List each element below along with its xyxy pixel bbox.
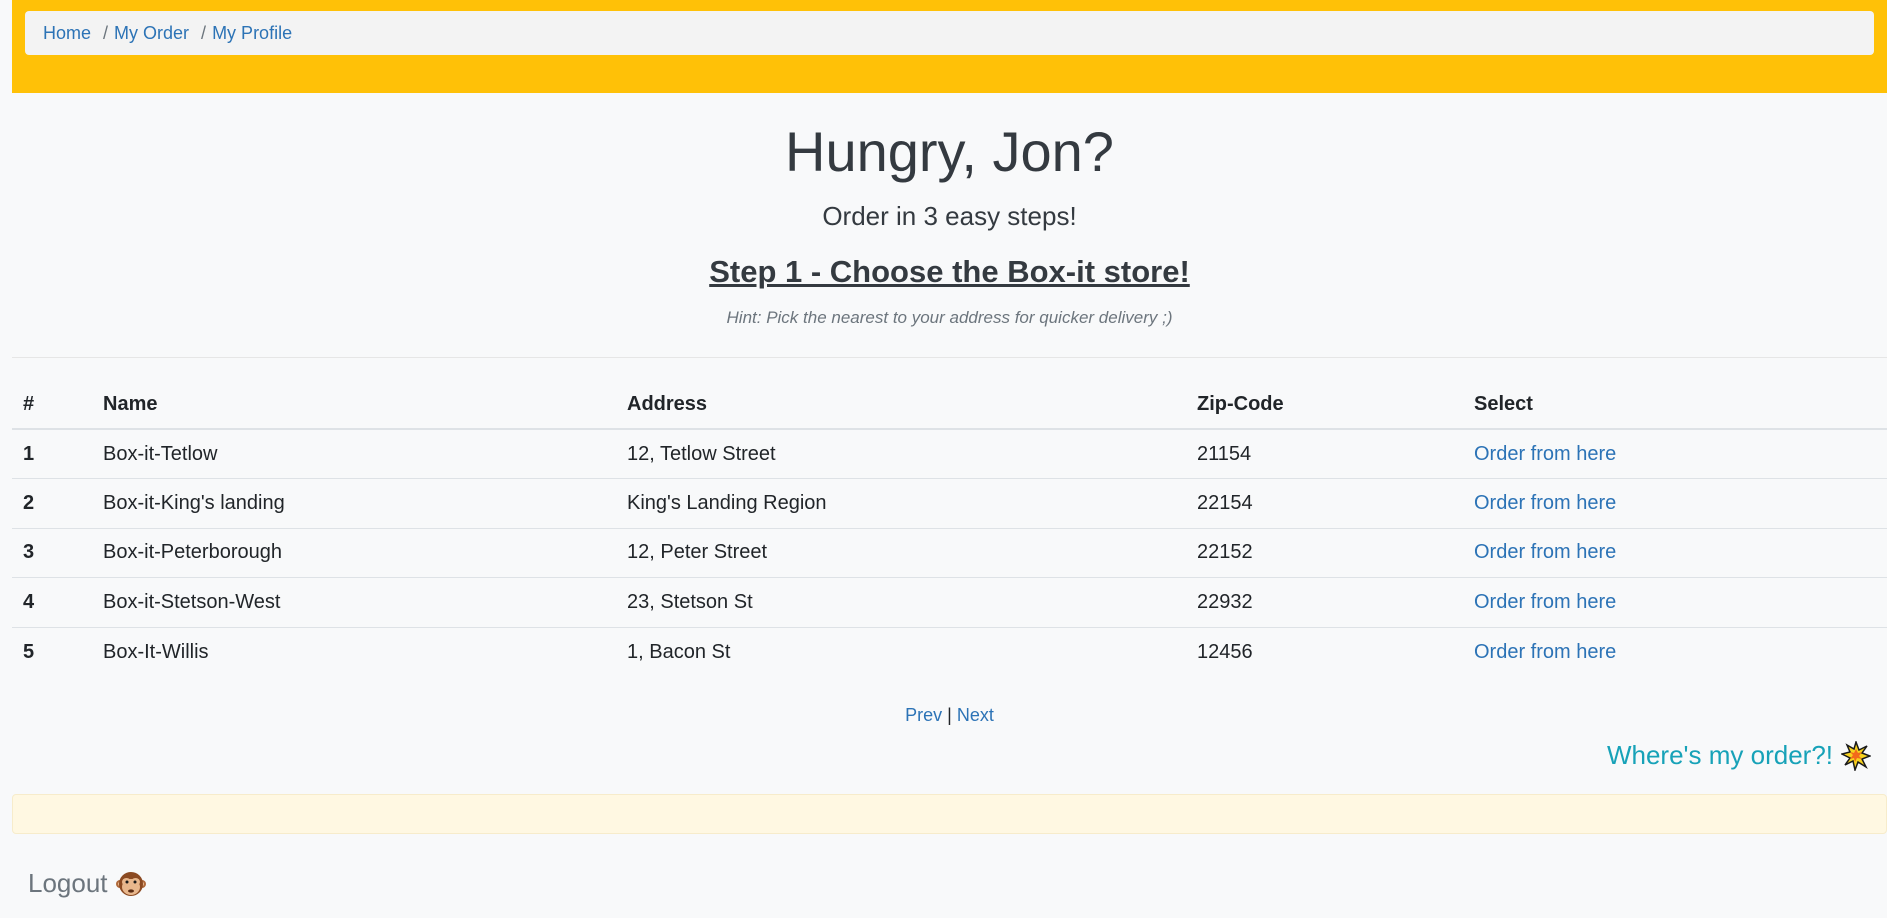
header-bar: Home / My Order / My Profile bbox=[12, 0, 1887, 93]
table-row: 4 Box-it-Stetson-West 23, Stetson St 229… bbox=[12, 577, 1887, 628]
table-header-row: # Name Address Zip-Code Select bbox=[12, 381, 1887, 430]
store-name: Box-It-Willis bbox=[103, 640, 209, 663]
next-page-link[interactable]: Next bbox=[957, 705, 994, 725]
collision-icon bbox=[1839, 739, 1873, 773]
column-header-zip-code: Zip-Code bbox=[1186, 381, 1463, 430]
logout: Logout bbox=[28, 868, 146, 899]
store-zip-code: 22154 bbox=[1186, 478, 1463, 529]
stores-table: # Name Address Zip-Code Select 1 Box-it-… bbox=[12, 381, 1887, 677]
store-zip-code: 12456 bbox=[1197, 640, 1253, 663]
logout-link[interactable]: Logout bbox=[28, 868, 108, 899]
store-address: King's Landing Region bbox=[616, 478, 1186, 529]
table-row: 3 Box-it-Peterborough 12, Peter Street 2… bbox=[12, 528, 1887, 578]
where-is-my-order: Where's my order?! bbox=[1607, 739, 1873, 773]
column-header-select: Select bbox=[1463, 381, 1887, 430]
column-header-name: Name bbox=[92, 381, 616, 430]
pagination-separator: | bbox=[947, 705, 952, 725]
store-name: Box-it-Stetson-West bbox=[92, 577, 616, 628]
store-zip-code: 22152 bbox=[1186, 528, 1463, 578]
select-cell: Order from here bbox=[1463, 577, 1887, 628]
row-number: 1 bbox=[12, 429, 92, 479]
table-row: 2 Box-it-King's landing King's Landing R… bbox=[12, 478, 1887, 529]
column-header-number: # bbox=[12, 381, 92, 430]
where-is-my-order-link[interactable]: Where's my order?! bbox=[1607, 740, 1833, 771]
store-address: 1, Bacon St bbox=[627, 640, 731, 663]
select-cell: Order from here bbox=[1463, 528, 1887, 578]
store-address: 23, Stetson St bbox=[616, 577, 1186, 628]
store-name: Box-it-King's landing bbox=[92, 478, 616, 529]
section-divider bbox=[12, 357, 1887, 358]
store-name: Box-it-Peterborough bbox=[92, 528, 616, 578]
column-header-address: Address bbox=[616, 381, 1186, 430]
page-title: Hungry, Jon? bbox=[785, 120, 1114, 183]
store-zip-code: 22932 bbox=[1186, 577, 1463, 628]
select-cell: Order from here bbox=[1463, 478, 1887, 529]
page: Home / My Order / My Profile Hungry, Jon… bbox=[0, 0, 1887, 918]
breadcrumb: Home / My Order / My Profile bbox=[25, 11, 1874, 55]
row-number: 2 bbox=[12, 478, 92, 529]
store-address: 12, Tetlow Street bbox=[616, 429, 1186, 479]
prev-page-link[interactable]: Prev bbox=[905, 705, 942, 725]
breadcrumb-separator: / bbox=[201, 22, 207, 43]
order-from-here-link[interactable]: Order from here bbox=[1474, 492, 1616, 514]
order-from-here-link[interactable]: Order from here bbox=[1474, 443, 1616, 465]
breadcrumb-home-link[interactable]: Home bbox=[43, 23, 91, 44]
order-from-here-link[interactable]: Order from here bbox=[1474, 641, 1616, 663]
row-number: 5 bbox=[23, 640, 35, 663]
table-row: 1 Box-it-Tetlow 12, Tetlow Street 21154 … bbox=[12, 429, 1887, 479]
store-name: Box-it-Tetlow bbox=[92, 429, 616, 479]
table-row: 5 Box-It-Willis 1, Bacon St 12456 Order … bbox=[12, 627, 1887, 677]
row-number: 3 bbox=[12, 528, 92, 578]
select-cell: Order from here bbox=[1463, 429, 1887, 479]
breadcrumb-my-order-link[interactable]: My Order bbox=[114, 23, 189, 44]
order-from-here-link[interactable]: Order from here bbox=[1474, 591, 1616, 613]
alert-box bbox=[12, 794, 1887, 834]
step-heading: Step 1 - Choose the Box-it store! bbox=[709, 254, 1190, 289]
pagination: Prev | Next bbox=[12, 705, 1887, 726]
select-cell: Order from here bbox=[1463, 627, 1887, 677]
breadcrumb-my-profile-link[interactable]: My Profile bbox=[212, 23, 292, 44]
breadcrumb-separator: / bbox=[103, 22, 109, 43]
order-from-here-link[interactable]: Order from here bbox=[1474, 541, 1616, 563]
store-address: 12, Peter Street bbox=[616, 528, 1186, 578]
monkey-face-icon bbox=[115, 869, 146, 899]
store-zip-code: 21154 bbox=[1186, 429, 1463, 479]
page-subtitle: Order in 3 easy steps! bbox=[822, 201, 1077, 231]
row-number: 4 bbox=[12, 577, 92, 628]
hint-text: Hint: Pick the nearest to your address f… bbox=[726, 308, 1173, 327]
